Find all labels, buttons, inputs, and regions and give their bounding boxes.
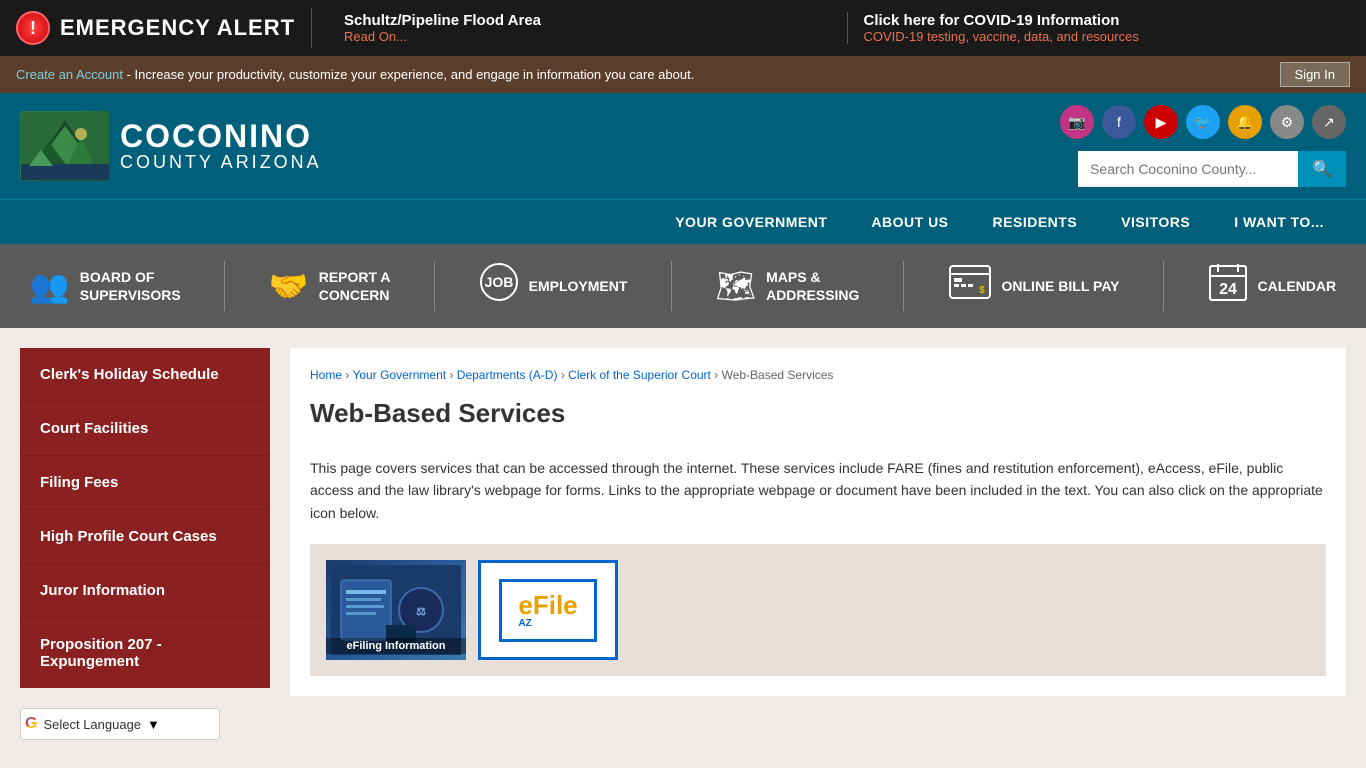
ql-divider-3 — [671, 261, 672, 311]
main-content: Home › Your Government › Departments (A-… — [270, 348, 1366, 740]
nav-your-government[interactable]: YOUR GOVERNMENT — [653, 200, 849, 244]
language-select[interactable]: ▼ — [147, 717, 172, 732]
social-icons: 📷 f ▶ 🐦 🔔 ⚙ ↗ — [1060, 105, 1346, 139]
alert-icon: ! — [16, 11, 50, 45]
logo-text: COCONINO COUNTY ARIZONA — [120, 120, 322, 173]
tagline-text: - Increase your productivity, customize … — [127, 67, 695, 82]
sidebar-item-proposition[interactable]: Proposition 207 - Expungement — [20, 618, 270, 688]
breadcrumb-sep-4: › — [714, 368, 721, 382]
maps-icon: 🗺 — [715, 267, 756, 305]
covid-sub: COVID-19 testing, vaccine, data, and res… — [864, 29, 1350, 44]
breadcrumb-current: Web-Based Services — [722, 368, 834, 382]
flood-title: Schultz/Pipeline Flood Area — [344, 12, 830, 29]
instagram-icon[interactable]: 📷 — [1060, 105, 1094, 139]
emergency-right: Click here for COVID-19 Information COVI… — [847, 12, 1350, 44]
account-tagline: Create an Account - Increase your produc… — [16, 67, 694, 82]
efile-az-box[interactable]: eFile AZ — [478, 560, 618, 660]
notification-bell-icon[interactable]: 🔔 — [1228, 105, 1262, 139]
ql-divider-4 — [903, 261, 904, 311]
svg-text:⚖: ⚖ — [416, 606, 426, 618]
bill-pay-label: ONLINE BILL PAY — [1002, 277, 1120, 295]
emergency-middle: Schultz/Pipeline Flood Area Read On... — [328, 12, 830, 44]
youtube-icon[interactable]: ▶ — [1144, 105, 1178, 139]
sidebar-item-clerks-holiday[interactable]: Clerk's Holiday Schedule — [20, 348, 270, 402]
breadcrumb-home[interactable]: Home — [310, 368, 342, 382]
search-button[interactable]: 🔍 — [1298, 151, 1346, 187]
settings-gear-icon[interactable]: ⚙ — [1270, 105, 1304, 139]
page-description: This page covers services that can be ac… — [310, 457, 1326, 524]
google-g-icon: G — [25, 715, 37, 733]
efile-az-text: eFile — [518, 592, 577, 618]
site-header: COCONINO COUNTY ARIZONA 📷 f ▶ 🐦 🔔 ⚙ ↗ 🔍 — [0, 93, 1366, 199]
supervisors-icon: 👥 — [30, 267, 70, 305]
quick-link-report-concern[interactable]: 🤝 REPORT A CONCERN — [253, 259, 407, 313]
covid-title[interactable]: Click here for COVID-19 Information — [864, 12, 1350, 29]
emergency-bar: ! EMERGENCY ALERT Schultz/Pipeline Flood… — [0, 0, 1366, 56]
quick-link-calendar[interactable]: 24 CALENDAR — [1192, 254, 1353, 318]
breadcrumb-departments[interactable]: Departments (A-D) — [457, 368, 558, 382]
sign-in-button[interactable]: Sign In — [1280, 62, 1350, 87]
nav-about-us[interactable]: ABOUT US — [849, 200, 970, 244]
sidebar-item-high-profile[interactable]: High Profile Court Cases — [20, 510, 270, 564]
search-bar: 🔍 — [1078, 151, 1346, 187]
quick-link-bill-pay[interactable]: $ ONLINE BILL PAY — [932, 256, 1136, 316]
sidebar-item-juror-info[interactable]: Juror Information — [20, 564, 270, 618]
account-bar: Create an Account - Increase your produc… — [0, 56, 1366, 93]
nav-i-want-to[interactable]: I WANT TO... — [1212, 200, 1346, 244]
ql-divider-5 — [1163, 261, 1164, 311]
select-language-label: Select Language — [43, 717, 141, 732]
service-icons-row: ⚖ eFiling Information eFile AZ — [310, 544, 1326, 676]
svg-text:24: 24 — [1219, 281, 1237, 298]
calendar-label: CALENDAR — [1258, 277, 1337, 295]
svg-text:$: $ — [979, 285, 985, 296]
sidebar-item-filing-fees[interactable]: Filing Fees — [20, 456, 270, 510]
content-area: Clerk's Holiday Schedule Court Facilitie… — [0, 328, 1366, 760]
breadcrumb-your-gov[interactable]: Your Government — [352, 368, 446, 382]
nav-residents[interactable]: RESIDENTS — [971, 200, 1100, 244]
logo-image — [20, 111, 110, 181]
share-icon[interactable]: ↗ — [1312, 105, 1346, 139]
county-name: COCONINO — [120, 120, 322, 152]
emergency-title: EMERGENCY ALERT — [60, 15, 295, 41]
ql-divider-2 — [434, 261, 435, 311]
quick-link-board-of-supervisors[interactable]: 👥 BOARD OF SUPERVISORS — [14, 259, 197, 313]
report-concern-label: REPORT A CONCERN — [319, 268, 391, 304]
ql-divider-1 — [224, 261, 225, 311]
quick-link-maps[interactable]: 🗺 MAPS & ADDRESSING — [699, 259, 875, 313]
maps-label: MAPS & ADDRESSING — [766, 268, 859, 304]
efiling-info-box[interactable]: ⚖ eFiling Information — [326, 560, 466, 660]
read-on-link[interactable]: Read On... — [344, 29, 830, 44]
twitter-icon[interactable]: 🐦 — [1186, 105, 1220, 139]
main-nav: YOUR GOVERNMENT ABOUT US RESIDENTS VISIT… — [0, 199, 1366, 244]
supervisors-label: BOARD OF SUPERVISORS — [80, 268, 181, 304]
nav-visitors[interactable]: VISITORS — [1099, 200, 1212, 244]
quick-links-bar: 👥 BOARD OF SUPERVISORS 🤝 REPORT A CONCER… — [0, 244, 1366, 328]
county-sub: COUNTY ARIZONA — [120, 152, 322, 173]
calendar-icon: 24 — [1208, 262, 1248, 310]
emergency-divider — [311, 8, 312, 48]
efiling-label: eFiling Information — [326, 638, 466, 654]
sidebar-item-court-facilities[interactable]: Court Facilities — [20, 402, 270, 456]
breadcrumb-clerk[interactable]: Clerk of the Superior Court — [568, 368, 711, 382]
sidebar-nav: Clerk's Holiday Schedule Court Facilitie… — [20, 348, 270, 688]
facebook-icon[interactable]: f — [1102, 105, 1136, 139]
sidebar: Clerk's Holiday Schedule Court Facilitie… — [0, 348, 270, 740]
quick-link-employment[interactable]: JOB EMPLOYMENT — [463, 254, 644, 318]
page-title: Web-Based Services — [310, 398, 1326, 437]
logo-area[interactable]: COCONINO COUNTY ARIZONA — [20, 111, 322, 181]
create-account-link[interactable]: Create an Account — [16, 67, 123, 82]
bill-pay-icon: $ — [948, 264, 992, 308]
report-concern-icon: 🤝 — [269, 267, 309, 305]
employment-label: EMPLOYMENT — [529, 277, 628, 295]
svg-text:JOB: JOB — [484, 274, 513, 290]
breadcrumb-sep-2: › — [449, 368, 456, 382]
google-translate-widget[interactable]: G Select Language ▼ — [20, 708, 220, 740]
search-input[interactable] — [1078, 151, 1298, 187]
content-panel: Home › Your Government › Departments (A-… — [290, 348, 1346, 696]
header-right: 📷 f ▶ 🐦 🔔 ⚙ ↗ 🔍 — [1060, 105, 1346, 187]
employment-icon: JOB — [479, 262, 519, 310]
breadcrumb: Home › Your Government › Departments (A-… — [310, 368, 1326, 382]
